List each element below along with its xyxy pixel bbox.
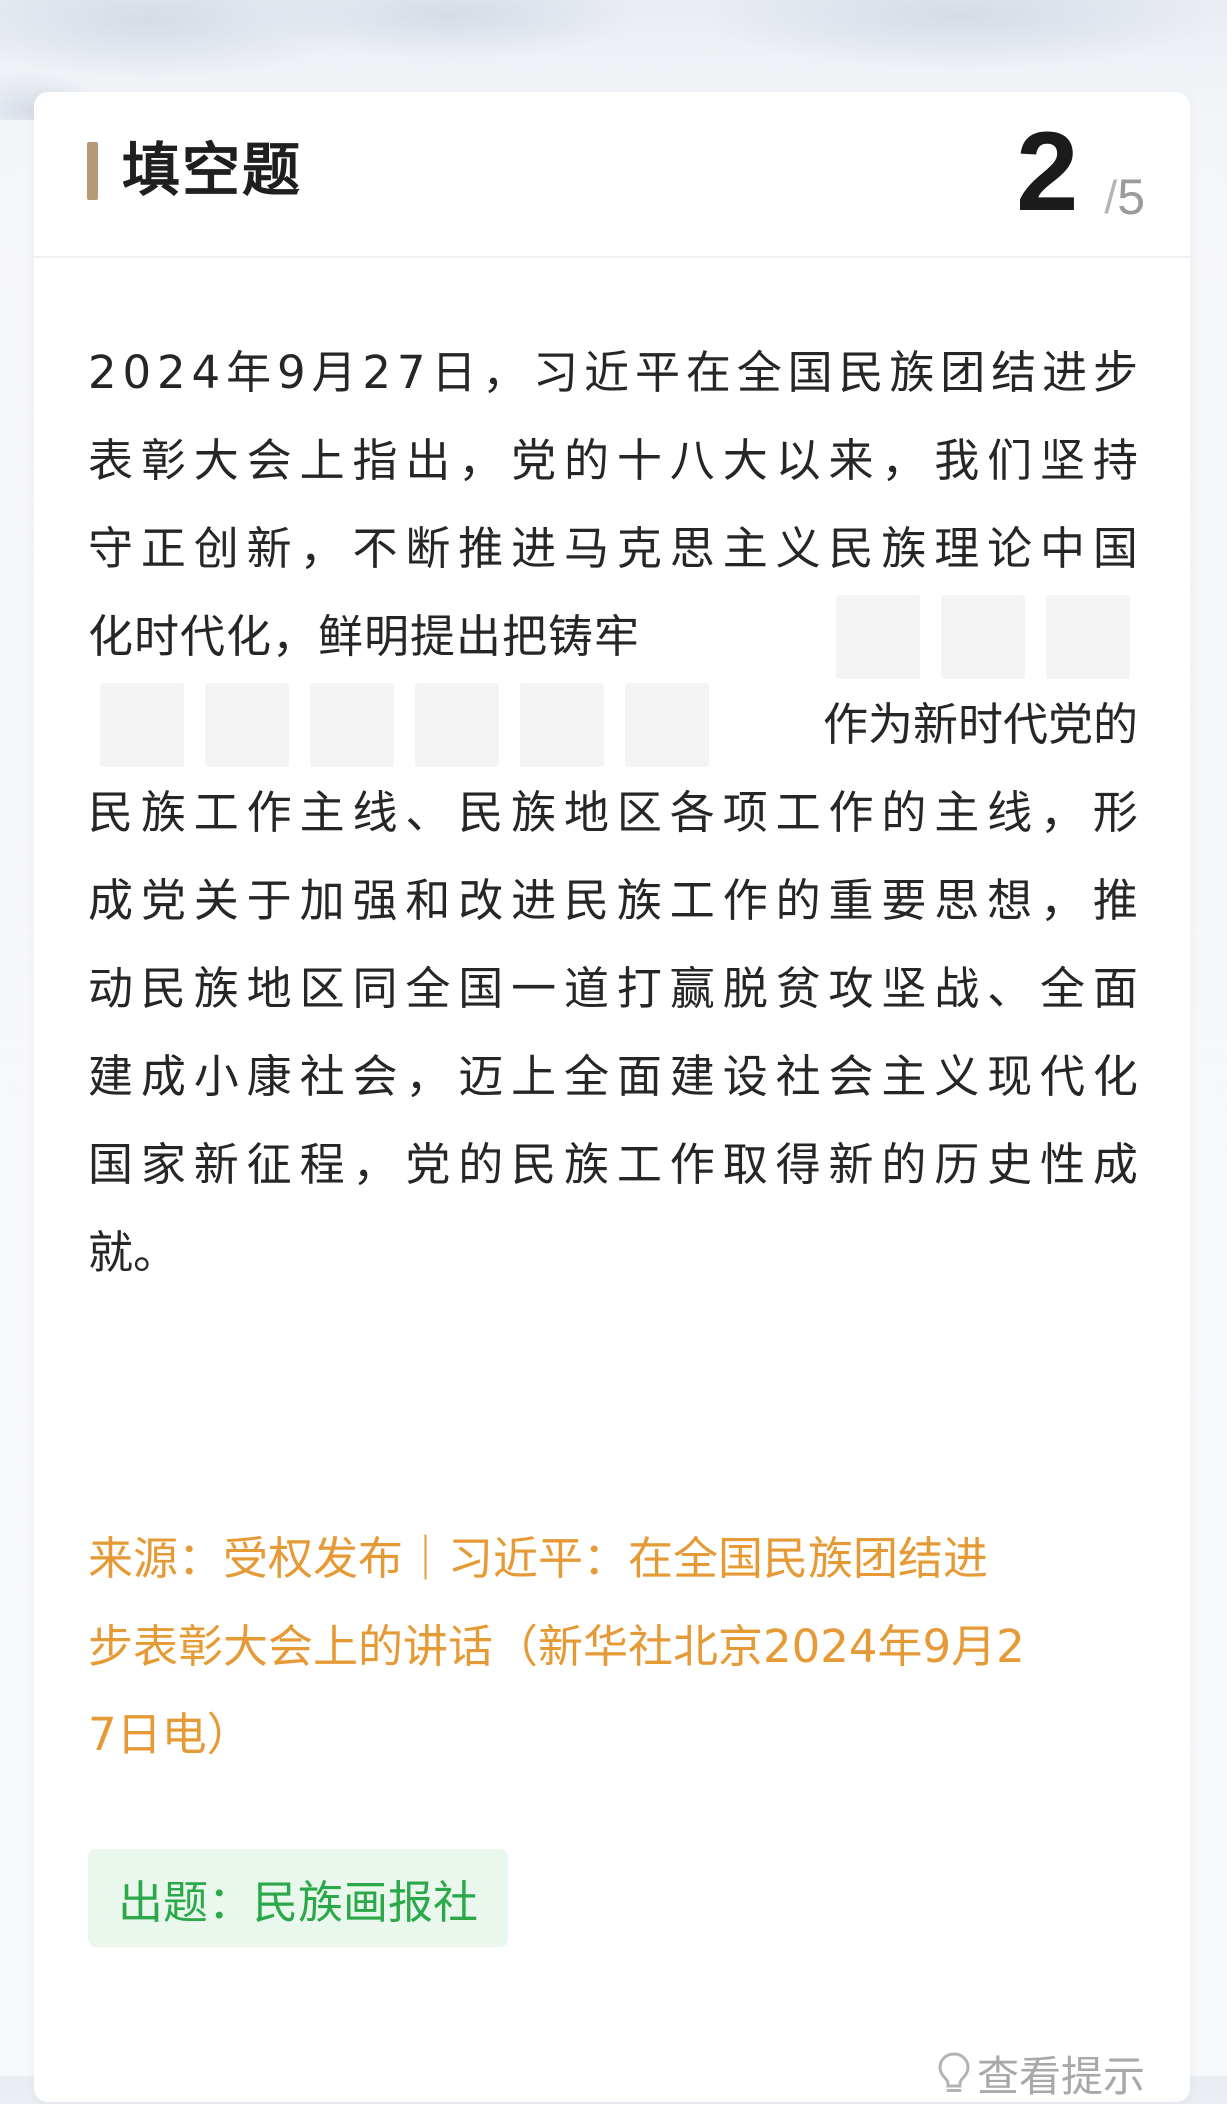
question-text: 2 0 2 4 年 9 月 2 7 日，习近平在全国民族团结进步 表彰大会上指出，党的十八大以来，… — [88, 329, 1138, 1297]
view-hint-button[interactable]: 查看提示 — [937, 2045, 1145, 2101]
question-line: 2 0 2 4 年 9 月 2 7 日，习近平在全国民族团结进步 — [88, 346, 1138, 399]
hint-label: 查看提示 — [976, 2051, 1145, 2101]
answer-blank[interactable] — [941, 595, 1025, 679]
question-line-with-blanks: 作为新时代党的 — [88, 681, 1138, 769]
answer-blank[interactable] — [1046, 595, 1130, 679]
answer-blank[interactable] — [520, 683, 604, 767]
question-line: 表彰大会上指出，党的十八大以来，我们坚持 — [88, 434, 1138, 487]
question-line: 动民族地区同全国一道打赢脱贫攻坚战、全面 — [88, 962, 1138, 1015]
question-line: 守正创新，不断推进马克思主义民族理论中国 — [88, 522, 1138, 575]
total-question-count: 5 — [1117, 169, 1145, 225]
question-line: 就。 — [88, 1226, 179, 1279]
source-line: 来源：受权发布｜习近平：在全国民族团结进 — [88, 1532, 989, 1585]
card-header: 填空题 2 / 5 — [34, 92, 1190, 258]
answer-blank[interactable] — [310, 683, 394, 767]
question-author-badge: 出题：民族画报社 — [88, 1849, 509, 1947]
question-line: 成党关于加强和改进民族工作的重要思想，推 — [88, 874, 1138, 927]
title-accent-bar — [87, 142, 98, 200]
answer-blank[interactable] — [836, 595, 920, 679]
lightbulb-icon — [938, 2052, 970, 2092]
blank-group — [100, 683, 709, 767]
counter-separator: / — [1104, 171, 1118, 223]
answer-blank[interactable] — [205, 683, 289, 767]
question-type-title: 填空题 — [122, 136, 303, 204]
answer-blank[interactable] — [415, 683, 499, 767]
question-line: 建成小康社会，迈上全面建设社会主义现代化 — [88, 1050, 1138, 1103]
answer-blank[interactable] — [625, 683, 709, 767]
source-line: 7日电） — [88, 1708, 252, 1761]
source-line: 步表彰大会上的讲话（新华社北京2024年9月2 — [88, 1620, 1025, 1673]
source-citation: 来源：受权发布｜习近平：在全国民族团结进 步表彰大会上的讲话（新华社北京2024… — [88, 1515, 1138, 1779]
question-line: 国家新征程，党的民族工作取得新的历史性成 — [88, 1138, 1138, 1191]
current-question-number: 2 — [1016, 109, 1079, 234]
question-card: 填空题 2 / 5 2 0 2 4 年 9 月 2 7 日，习近平在全国民族团结进步 表彰大会上指… — [34, 92, 1190, 2102]
question-line: 民族工作主线、民族地区各项工作的主线，形 — [88, 786, 1138, 839]
question-line-text: 作为新时代党的 — [822, 698, 1138, 751]
author-label: 出题：民族画报社 — [118, 1875, 479, 1929]
question-counter: 2 / 5 — [1016, 109, 1145, 234]
answer-blank[interactable] — [100, 683, 184, 767]
blank-group — [836, 595, 1130, 679]
question-line-text: 化时代化，鲜明提出把铸牢 — [88, 610, 641, 663]
question-line-with-blanks: 化时代化，鲜明提出把铸牢 — [88, 593, 1138, 681]
